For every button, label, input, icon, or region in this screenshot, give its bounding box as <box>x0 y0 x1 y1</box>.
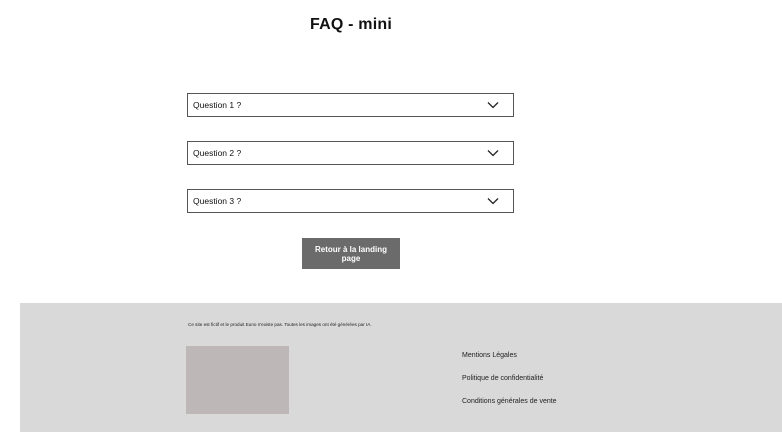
footer-link-mentions-legales[interactable]: Mentions Légales <box>462 351 557 374</box>
footer-link-terms-of-sale[interactable]: Conditions générales de vente <box>462 397 557 420</box>
footer: Ce site est fictif et le produit Euno n'… <box>20 303 782 432</box>
back-to-landing-button[interactable]: Retour à la landing page <box>302 238 400 269</box>
footer-links: Mentions Légales Politique de confidenti… <box>462 351 557 420</box>
faq-question-label: Question 1 ? <box>193 100 242 110</box>
faq-question-label: Question 2 ? <box>193 148 242 158</box>
footer-link-privacy-policy[interactable]: Politique de confidentialité <box>462 374 557 397</box>
chevron-down-icon <box>487 198 499 205</box>
faq-question-2[interactable]: Question 2 ? <box>187 141 514 165</box>
chevron-down-icon <box>487 102 499 109</box>
footer-disclaimer: Ce site est fictif et le produit Euno n'… <box>188 322 372 327</box>
footer-image-placeholder <box>186 346 289 414</box>
chevron-down-icon <box>487 150 499 157</box>
faq-question-3[interactable]: Question 3 ? <box>187 189 514 213</box>
faq-question-1[interactable]: Question 1 ? <box>187 93 514 117</box>
faq-question-label: Question 3 ? <box>193 196 242 206</box>
page-title: FAQ - mini <box>310 16 392 33</box>
